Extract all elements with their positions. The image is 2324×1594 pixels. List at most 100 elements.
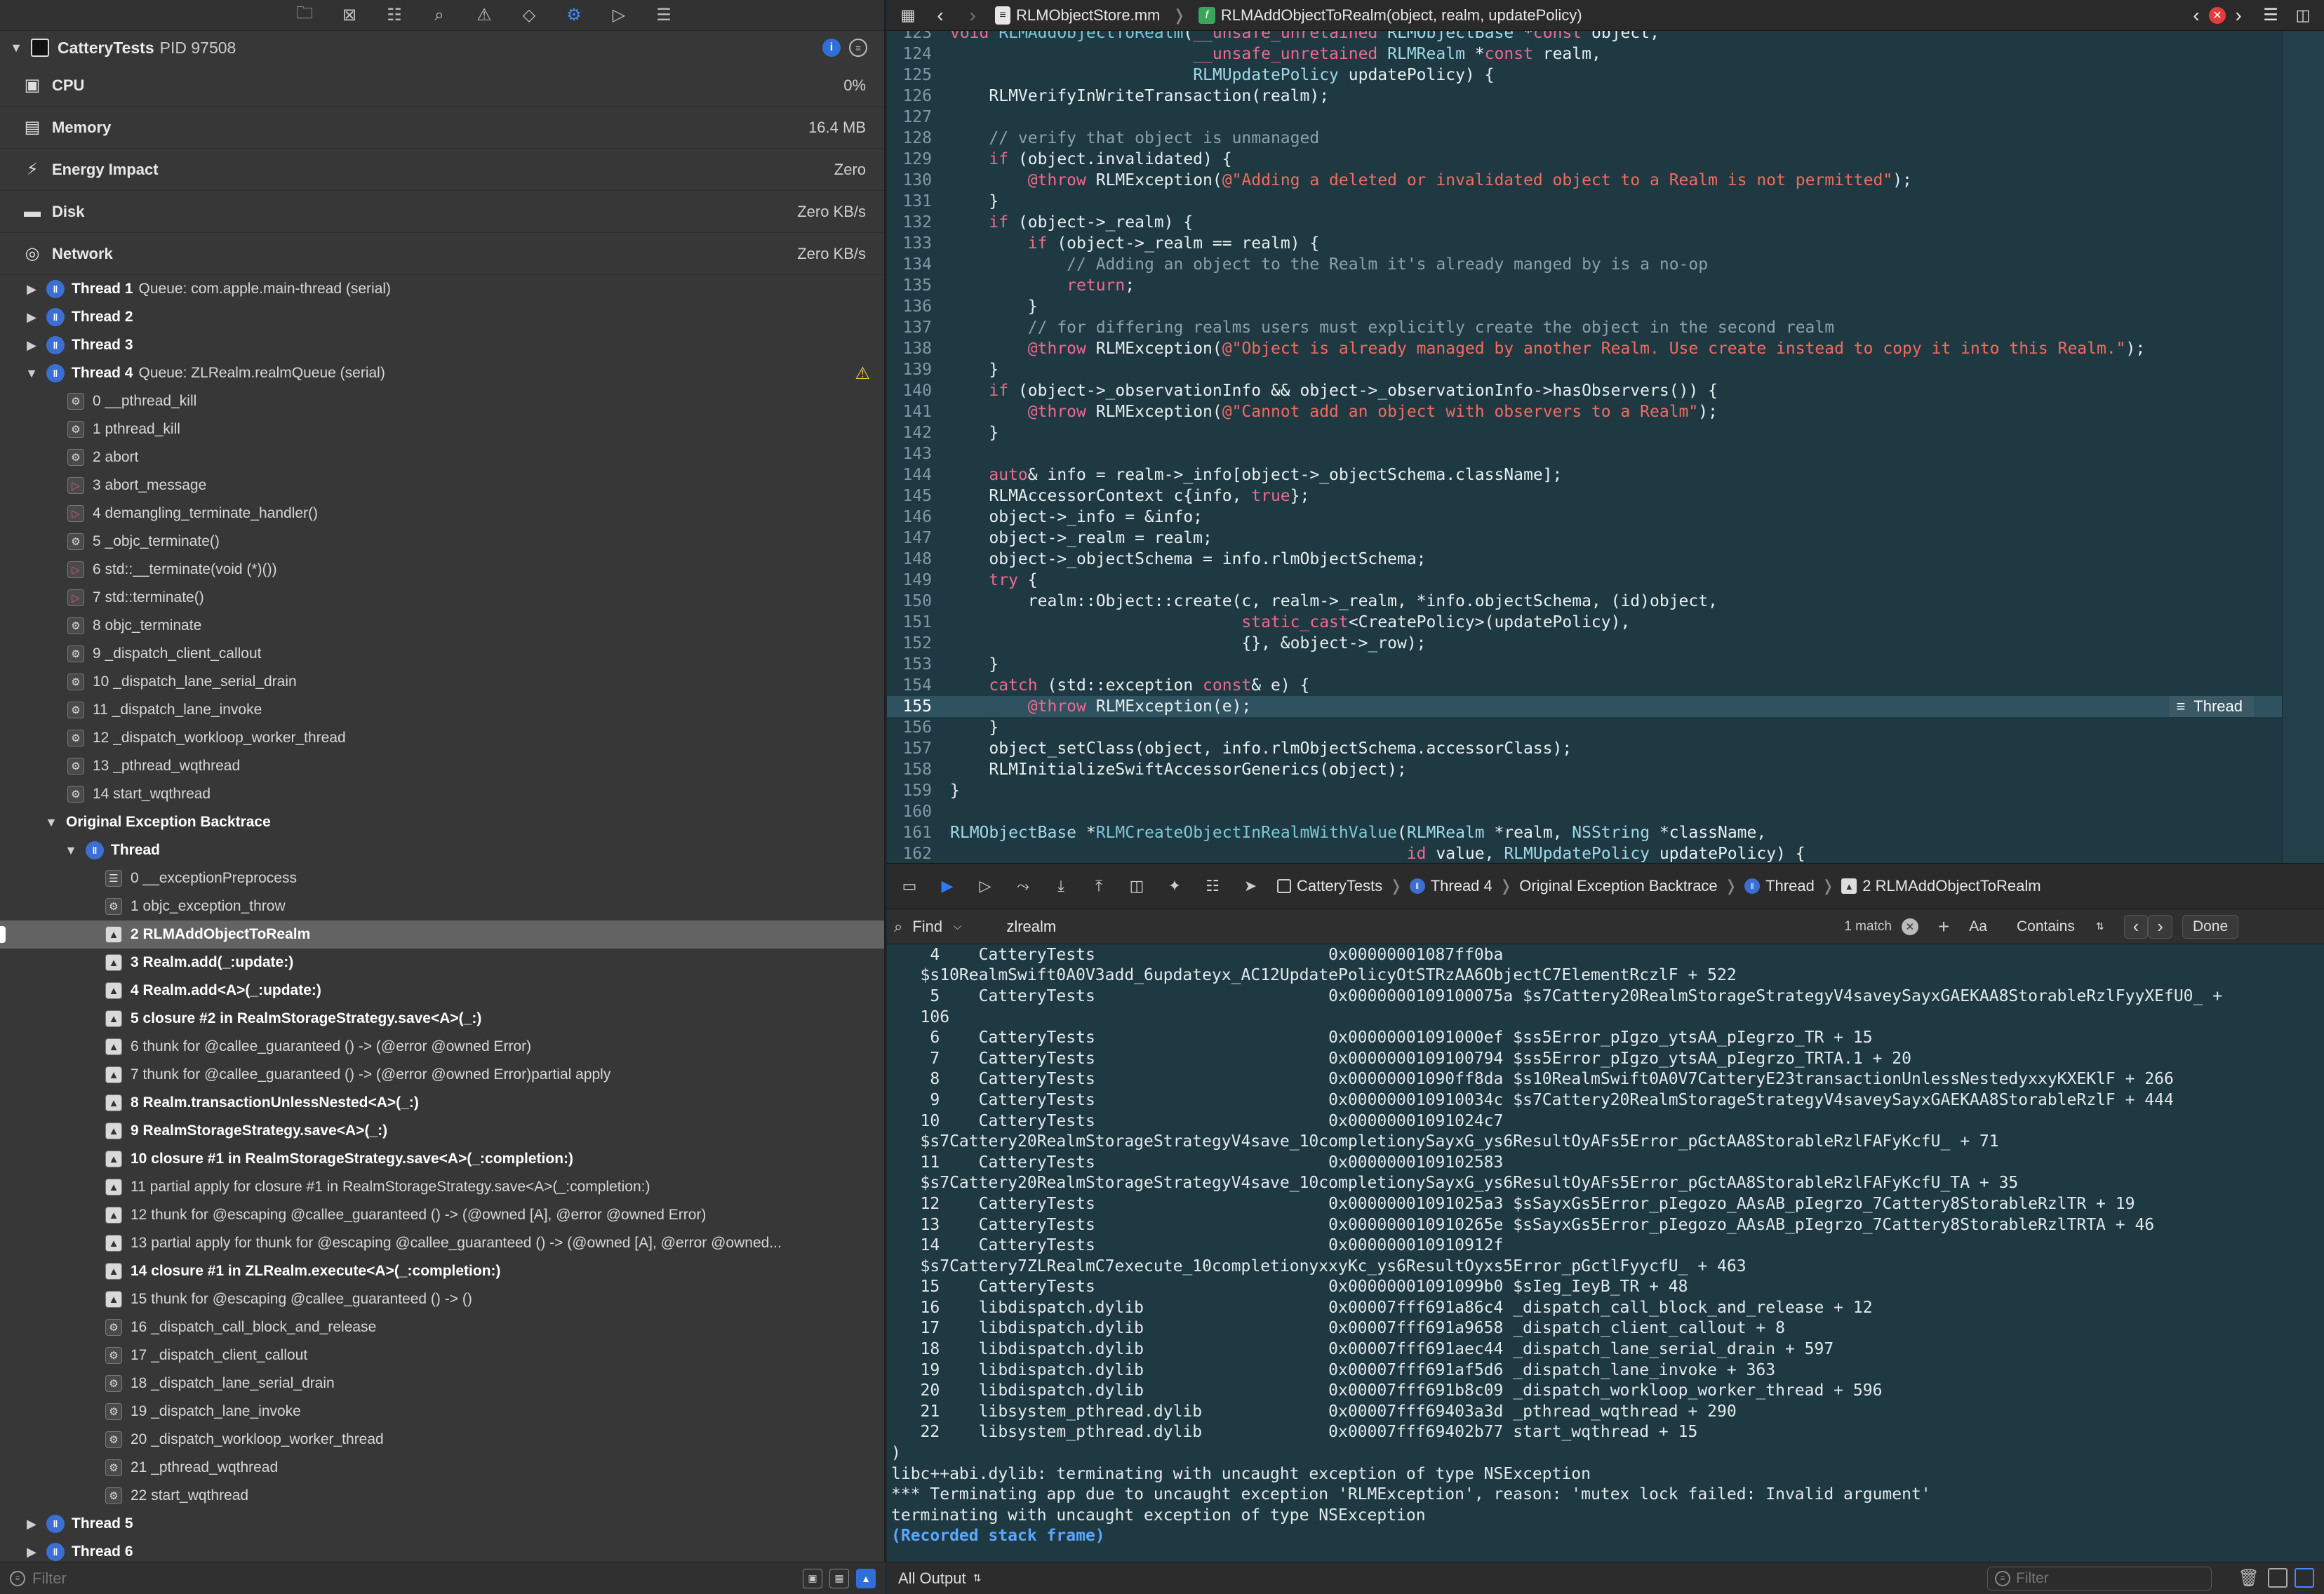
debug-breadcrumb[interactable]: ▲ 2 RLMAddObjectToRealm xyxy=(1841,877,2041,895)
stack-frame-row[interactable]: ▲ 15 thunk for @escaping @callee_guarante… xyxy=(0,1285,884,1313)
find-previous-button[interactable]: ‹ xyxy=(2123,914,2149,939)
stack-frame-row[interactable]: ⚙ 21 _pthread_wqthread xyxy=(0,1454,884,1482)
code-line[interactable]: 136 } xyxy=(887,296,2282,317)
debug-breadcrumb[interactable]: Original Exception Backtrace xyxy=(1519,877,1717,895)
gauge-memory[interactable]: ▤ Memory 16.4 MB xyxy=(0,107,884,149)
stack-frame-row[interactable]: ⚙ 17 _dispatch_client_callout xyxy=(0,1341,884,1369)
symbol-icon[interactable]: ☷ xyxy=(380,1,408,29)
code-line[interactable]: 151 static_cast<CreatePolicy>(updatePoli… xyxy=(887,612,2282,633)
stack-frame-row[interactable]: ▲ 3 Realm.add(_:update:) xyxy=(0,949,884,977)
code-line[interactable]: 148 object->_objectSchema = info.rlmObje… xyxy=(887,549,2282,570)
continue-icon[interactable]: ▷ xyxy=(974,875,996,897)
stack-frame-row[interactable]: ▲ 8 Realm.transactionUnlessNested<A>(_:) xyxy=(0,1089,884,1117)
split-left-icon[interactable] xyxy=(2268,1568,2288,1588)
filter-table-icon[interactable]: ▦ xyxy=(829,1568,849,1588)
stack-frame-row[interactable]: ☰ 0 __exceptionPreprocess xyxy=(0,864,884,892)
stack-frame-row[interactable]: ⚙ 1 pthread_kill xyxy=(0,415,884,443)
code-line[interactable]: 142 } xyxy=(887,422,2282,443)
stack-frame-row[interactable]: ⚙ 14 start_wqthread xyxy=(0,780,884,808)
trash-icon[interactable]: 🗑 xyxy=(2238,1568,2259,1588)
code-line[interactable]: 154 catch (std::exception const& e) { xyxy=(887,675,2282,696)
thread-row[interactable]: ▶ ‖ Thread 3 xyxy=(0,331,884,359)
stack-frame-row[interactable]: ▷ 6 std::__terminate(void (*)()) xyxy=(0,556,884,584)
stack-frame-row[interactable]: ▲ 9 RealmStorageStrategy.save<A>(_:) xyxy=(0,1117,884,1145)
code-line[interactable]: 134 // Adding an object to the Realm it'… xyxy=(887,254,2282,275)
backtrace-group-row[interactable]: ▼ Original Exception Backtrace xyxy=(0,808,884,836)
stack-frame-row[interactable]: ▲ 2 RLMAddObjectToRealm xyxy=(0,920,884,949)
stack-frame-row[interactable]: ⚙ 5 _objc_terminate() xyxy=(0,528,884,556)
code-line[interactable]: 159} xyxy=(887,780,2282,801)
find-next-button[interactable]: › xyxy=(2148,914,2172,939)
stack-frame-row[interactable]: ⚙ 2 abort xyxy=(0,443,884,471)
stack-frame-row[interactable]: ⚙ 22 start_wqthread xyxy=(0,1482,884,1510)
environment-overrides-icon[interactable]: ☷ xyxy=(1201,875,1224,897)
debug-breadcrumb[interactable]: ‖ Thread xyxy=(1744,877,1815,895)
disclosure-closed-icon[interactable]: ▶ xyxy=(25,310,38,325)
match-type-select[interactable]: Contains ⇅ xyxy=(2007,915,2114,939)
add-editor-icon[interactable]: ◫ xyxy=(2293,6,2313,25)
step-over-icon[interactable]: ⤳ xyxy=(1012,875,1034,897)
report-icon[interactable]: ☰ xyxy=(650,1,678,29)
stack-frame-row[interactable]: ▲ 12 thunk for @escaping @callee_guarante… xyxy=(0,1201,884,1229)
code-line[interactable]: 146 object->_info = &info; xyxy=(887,507,2282,528)
editor-options-icon[interactable]: ☰ xyxy=(2261,6,2280,25)
debug-breadcrumb[interactable]: CatteryTests xyxy=(1277,877,1382,895)
code-line[interactable]: 131 } xyxy=(887,191,2282,212)
code-line[interactable]: 133 if (object->_realm == realm) { xyxy=(887,233,2282,254)
code-line[interactable]: 132 if (object->_realm) { xyxy=(887,212,2282,233)
code-line[interactable]: 138 @throw RLMException(@"Object is alre… xyxy=(887,338,2282,359)
gauge-cpu[interactable]: ▣ CPU 0% xyxy=(0,65,884,107)
thread-badge[interactable]: ≡ Thread xyxy=(2169,696,2254,717)
thread-row[interactable]: ▼ ‖ Thread 4 Queue: ZLRealm.realmQueue (ser… xyxy=(0,359,884,387)
code-line[interactable]: 160 xyxy=(887,801,2282,822)
stack-frame-row[interactable]: ⚙ 18 _dispatch_lane_serial_drain xyxy=(0,1369,884,1398)
breakpoint-icon[interactable]: ▷ xyxy=(605,1,633,29)
folder-icon[interactable]: 🗀 xyxy=(290,1,319,29)
stack-frame-row[interactable]: ⚙ 19 _dispatch_lane_invoke xyxy=(0,1398,884,1426)
case-sensitive-toggle[interactable]: Aa xyxy=(1959,915,1997,939)
stack-frame-row[interactable]: ⚙ 13 _pthread_wqthread xyxy=(0,752,884,780)
stack-frame-row[interactable]: ▷ 7 std::terminate() xyxy=(0,584,884,612)
code-line[interactable]: 155 @throw RLMException(e); ≡ Thread xyxy=(887,696,2282,717)
code-line[interactable]: 141 @throw RLMException(@"Cannot add an … xyxy=(887,401,2282,422)
code-line[interactable]: 161 RLMObjectBase *RLMCreateObjectInRealm… xyxy=(887,822,2282,843)
code-line[interactable]: 130 @throw RLMException(@"Adding a delet… xyxy=(887,170,2282,191)
gauge-network[interactable]: ◎ Network Zero KB/s xyxy=(0,233,884,275)
disclosure-open-icon[interactable]: ▼ xyxy=(25,366,38,381)
disclosure-closed-icon[interactable]: ▶ xyxy=(25,338,38,353)
stack-frame-row[interactable]: ⚙ 9 _dispatch_client_callout xyxy=(0,640,884,668)
clear-search-icon[interactable]: ✕ xyxy=(1901,918,1918,935)
filter-crashed-icon[interactable]: ▣ xyxy=(803,1568,822,1588)
code-line[interactable]: 145 RLMAccessorContext c{info, true}; xyxy=(887,485,2282,507)
code-line[interactable]: 162 id value, RLMUpdatePolicy updatePoli… xyxy=(887,843,2282,863)
breadcrumb-file[interactable]: ≡ RLMObjectStore.mm xyxy=(995,6,1160,25)
find-icon[interactable]: ⌕ xyxy=(425,1,453,29)
console-filter-input[interactable] xyxy=(2016,1570,2198,1587)
simulate-location-icon[interactable]: ➤ xyxy=(1239,875,1262,897)
find-mode-select[interactable]: Find ⌵ xyxy=(912,918,996,936)
test-icon[interactable]: ◇ xyxy=(515,1,543,29)
gauge-disk[interactable]: ▬ Disk Zero KB/s xyxy=(0,191,884,233)
code-line[interactable]: 158 RLMInitializeSwiftAccessorGenerics(o… xyxy=(887,759,2282,780)
code-line[interactable]: 125 RLMUpdatePolicy updatePolicy) { xyxy=(887,65,2282,86)
minimap[interactable] xyxy=(2282,31,2324,863)
process-row[interactable]: ▼ CatteryTests PID 97508 i ≡ xyxy=(0,31,884,65)
code-line[interactable]: 135 return; xyxy=(887,275,2282,296)
done-button[interactable]: Done xyxy=(2182,914,2239,939)
next-issue-icon[interactable]: › xyxy=(2229,4,2248,26)
code-line[interactable]: 147 object->_realm = realm; xyxy=(887,528,2282,549)
console-output[interactable]: 4 CatteryTests 0x00000001087ff0ba $s10Re… xyxy=(887,944,2324,1562)
code-line[interactable]: 128 // verify that object is unmanaged xyxy=(887,128,2282,149)
backtrace-thread-row[interactable]: ▼ ‖ Thread xyxy=(0,836,884,864)
thread-row[interactable]: ▶ ‖ Thread 5 xyxy=(0,1510,884,1538)
breadcrumb-function[interactable]: f RLMAddObjectToRealm(object, realm, upd… xyxy=(1198,6,1582,25)
debug-icon[interactable]: ⚙ xyxy=(560,1,588,29)
code-line[interactable]: 127 xyxy=(887,107,2282,128)
split-right-icon[interactable] xyxy=(2295,1568,2314,1588)
info-icon[interactable]: i xyxy=(822,39,841,57)
code-line[interactable]: 144 auto& info = realm->_info[object->_o… xyxy=(887,464,2282,485)
filter-person-icon[interactable]: ▲ xyxy=(856,1568,876,1588)
stack-frame-row[interactable]: ⚙ 1 objc_exception_throw xyxy=(0,892,884,920)
step-into-icon[interactable]: ⤓ xyxy=(1050,875,1072,897)
stack-frame-row[interactable]: ▲ 14 closure #1 in ZLRealm.execute<A>(_:c… xyxy=(0,1257,884,1285)
